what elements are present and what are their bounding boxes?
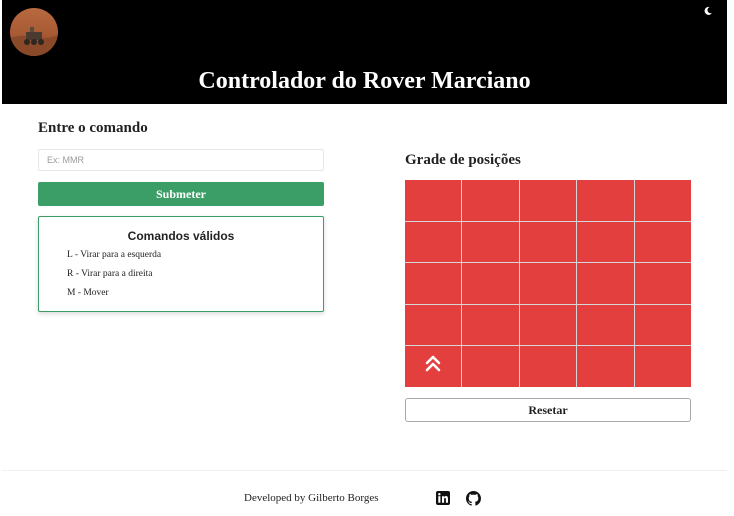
grid-cell (577, 180, 634, 221)
page-title: Controlador do Rover Marciano (198, 68, 531, 94)
grid-cell (634, 304, 691, 346)
footer-divider (2, 470, 727, 471)
grid-cell (577, 304, 634, 346)
grid-cell (462, 304, 519, 346)
grid-cell (462, 346, 519, 387)
grid-cell (519, 263, 577, 304)
command-section-title: Entre o comando (38, 120, 148, 136)
grid-cell (577, 221, 634, 263)
footer-credit: Developed by Gilberto Borges (244, 492, 379, 504)
grid-cell (634, 263, 691, 304)
grid-section-title: Grade de posições (405, 152, 521, 168)
grid-cell (462, 263, 519, 304)
grid-cell (577, 346, 634, 387)
valid-commands-panel: Comandos válidos L - Virar para a esquer… (38, 216, 324, 312)
grid-cell (405, 180, 462, 221)
grid-cell (462, 180, 519, 221)
grid-cell (519, 304, 577, 346)
grid-cell (405, 304, 462, 346)
valid-command-item: R - Virar para a direita (67, 269, 153, 279)
grid-cell (634, 221, 691, 263)
valid-commands-title: Comandos válidos (127, 229, 235, 243)
valid-commands-list: L - Virar para a esquerda R - Virar para… (67, 249, 161, 306)
linkedin-icon[interactable] (435, 490, 451, 506)
valid-command-item: M - Mover (67, 288, 109, 298)
grid-cell (462, 221, 519, 263)
grid-cell (519, 346, 577, 387)
grid-cell (405, 221, 462, 263)
grid-cell (634, 346, 691, 387)
position-grid (405, 180, 691, 387)
double-chevron-up-icon (425, 355, 441, 378)
grid-cell (405, 263, 462, 304)
moon-icon[interactable] (699, 2, 717, 20)
header-bar: Controlador do Rover Marciano (2, 0, 727, 104)
reset-button[interactable]: Resetar (405, 398, 691, 422)
grid-cell (519, 221, 577, 263)
grid-cell (405, 346, 462, 387)
grid-cell (519, 180, 577, 221)
github-icon[interactable] (465, 490, 481, 506)
grid-cell (577, 263, 634, 304)
submit-button[interactable]: Submeter (38, 182, 324, 206)
command-input[interactable] (38, 149, 324, 171)
grid-cell (634, 180, 691, 221)
valid-command-item: L - Virar para a esquerda (67, 250, 162, 260)
mars-rover-avatar (10, 8, 58, 56)
